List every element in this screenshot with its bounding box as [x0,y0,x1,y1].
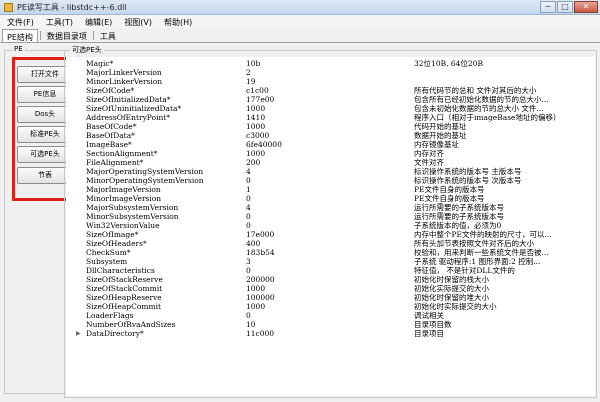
tab-separator [92,31,94,40]
field-value: 11c000 [246,329,275,338]
field-name: DataDirectory* [86,329,144,338]
optional-header-tree[interactable]: Magic* 10b 32位10B, 64位20B MajorLinkerVersio… [66,57,595,396]
tab-data-directory[interactable]: 数据目录项 [43,29,91,42]
optional-header-group-label: 可选PE头 [70,45,104,55]
menu-view[interactable]: 视图(V) [117,15,157,28]
tab-pe-structure[interactable]: PE结构 [2,29,38,42]
menu-edit[interactable]: 编辑(E) [78,15,117,28]
maximize-button[interactable]: □ [557,1,573,13]
tab-bar: PE结构 数据目录项 工具 [0,28,600,43]
tab-tools[interactable]: 工具 [96,29,120,42]
window-title: PE读写工具 - libstdc++-6.dll [17,3,127,12]
expand-arrow-icon[interactable]: ▶ [76,329,81,339]
window-controls: ─ □ ✕ [540,1,598,13]
minimize-button[interactable]: ─ [540,1,556,13]
close-button[interactable]: ✕ [574,1,598,13]
menu-tools[interactable]: 工具(T) [39,15,78,28]
table-row[interactable]: ▶ DataDirectory* 11c000 目录项目 [66,329,595,339]
tab-separator [39,31,41,40]
menu-file[interactable]: 文件(F) [0,15,39,28]
menu-help[interactable]: 帮助(H) [157,15,197,28]
menu-bar: 文件(F) 工具(T) 编辑(E) 视图(V) 帮助(H) [0,15,600,28]
field-description: 目录项目 [414,329,444,338]
pe-group-label: PE [12,45,25,53]
app-icon [4,3,13,12]
title-bar: PE读写工具 - libstdc++-6.dll ─ □ ✕ [0,0,600,15]
